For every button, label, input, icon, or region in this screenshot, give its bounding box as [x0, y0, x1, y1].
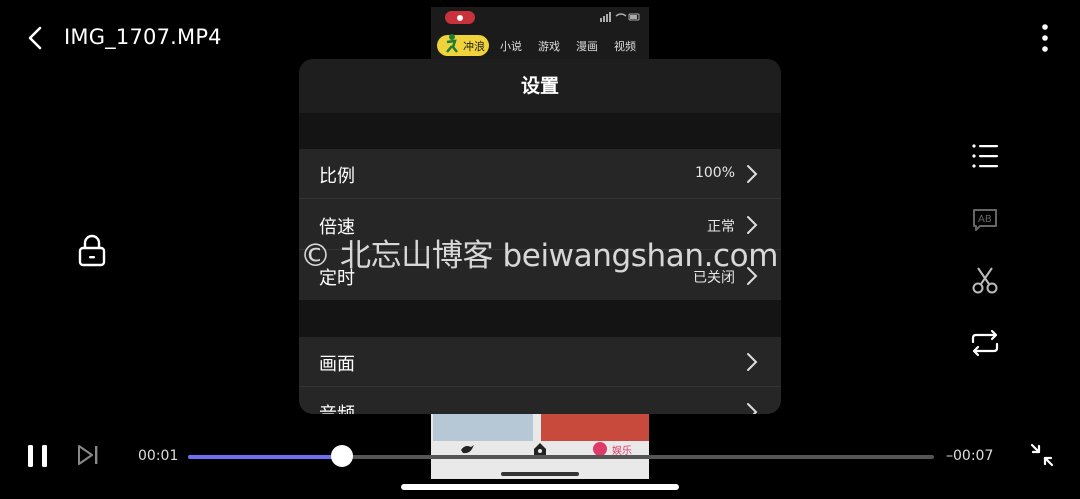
video-tab-video: 视频 [614, 40, 636, 53]
settings-row-ratio[interactable]: 比例 100% [299, 149, 781, 198]
surfer-icon [446, 34, 458, 53]
status-icons [600, 12, 640, 22]
section-spacer [299, 113, 781, 149]
row-label: 音频 [319, 400, 355, 414]
section-spacer [299, 300, 781, 337]
svg-text:AB: AB [978, 214, 992, 225]
bird-icon [461, 445, 474, 454]
subtitle-ab-icon[interactable]: AB [968, 201, 1002, 235]
settings-row-picture[interactable]: 画面 [299, 337, 781, 386]
remaining-time: –00:07 [946, 448, 994, 464]
chevron-left-icon[interactable] [22, 24, 50, 52]
recording-dot [456, 14, 464, 22]
playlist-icon[interactable] [968, 139, 1002, 173]
video-thumb-2 [541, 413, 649, 441]
row-value: 100% [694, 165, 735, 181]
video-tab-novel: 小说 [500, 40, 522, 53]
loop-icon[interactable] [968, 326, 1002, 360]
pause-icon[interactable] [25, 444, 51, 468]
video-tab-comic: 漫画 [576, 40, 598, 53]
video-home-indicator [501, 472, 579, 476]
more-vertical-icon[interactable] [1033, 22, 1057, 54]
lock-icon[interactable] [76, 234, 108, 268]
home-indicator [401, 484, 679, 490]
skip-next-icon[interactable] [76, 443, 100, 467]
chevron-right-icon [747, 165, 758, 183]
settings-row-audio[interactable]: 音频 [299, 387, 781, 414]
chevron-right-icon [747, 403, 758, 414]
progress-handle[interactable] [331, 445, 353, 467]
current-time: 00:01 [138, 448, 179, 464]
row-label: 比例 [319, 166, 355, 187]
scissors-icon[interactable] [968, 263, 1002, 297]
video-tab-game: 游戏 [538, 40, 560, 53]
watermark: © 北忘山博客 beiwangshan.com [300, 238, 779, 274]
chevron-right-icon [747, 353, 758, 371]
collapse-icon[interactable] [1029, 442, 1055, 468]
row-label: 画面 [319, 354, 355, 375]
video-thumb-1 [433, 413, 533, 441]
progress-fill [188, 455, 342, 459]
settings-title: 设置 [520, 75, 559, 97]
video-title: IMG_1707.MP4 [64, 25, 222, 49]
